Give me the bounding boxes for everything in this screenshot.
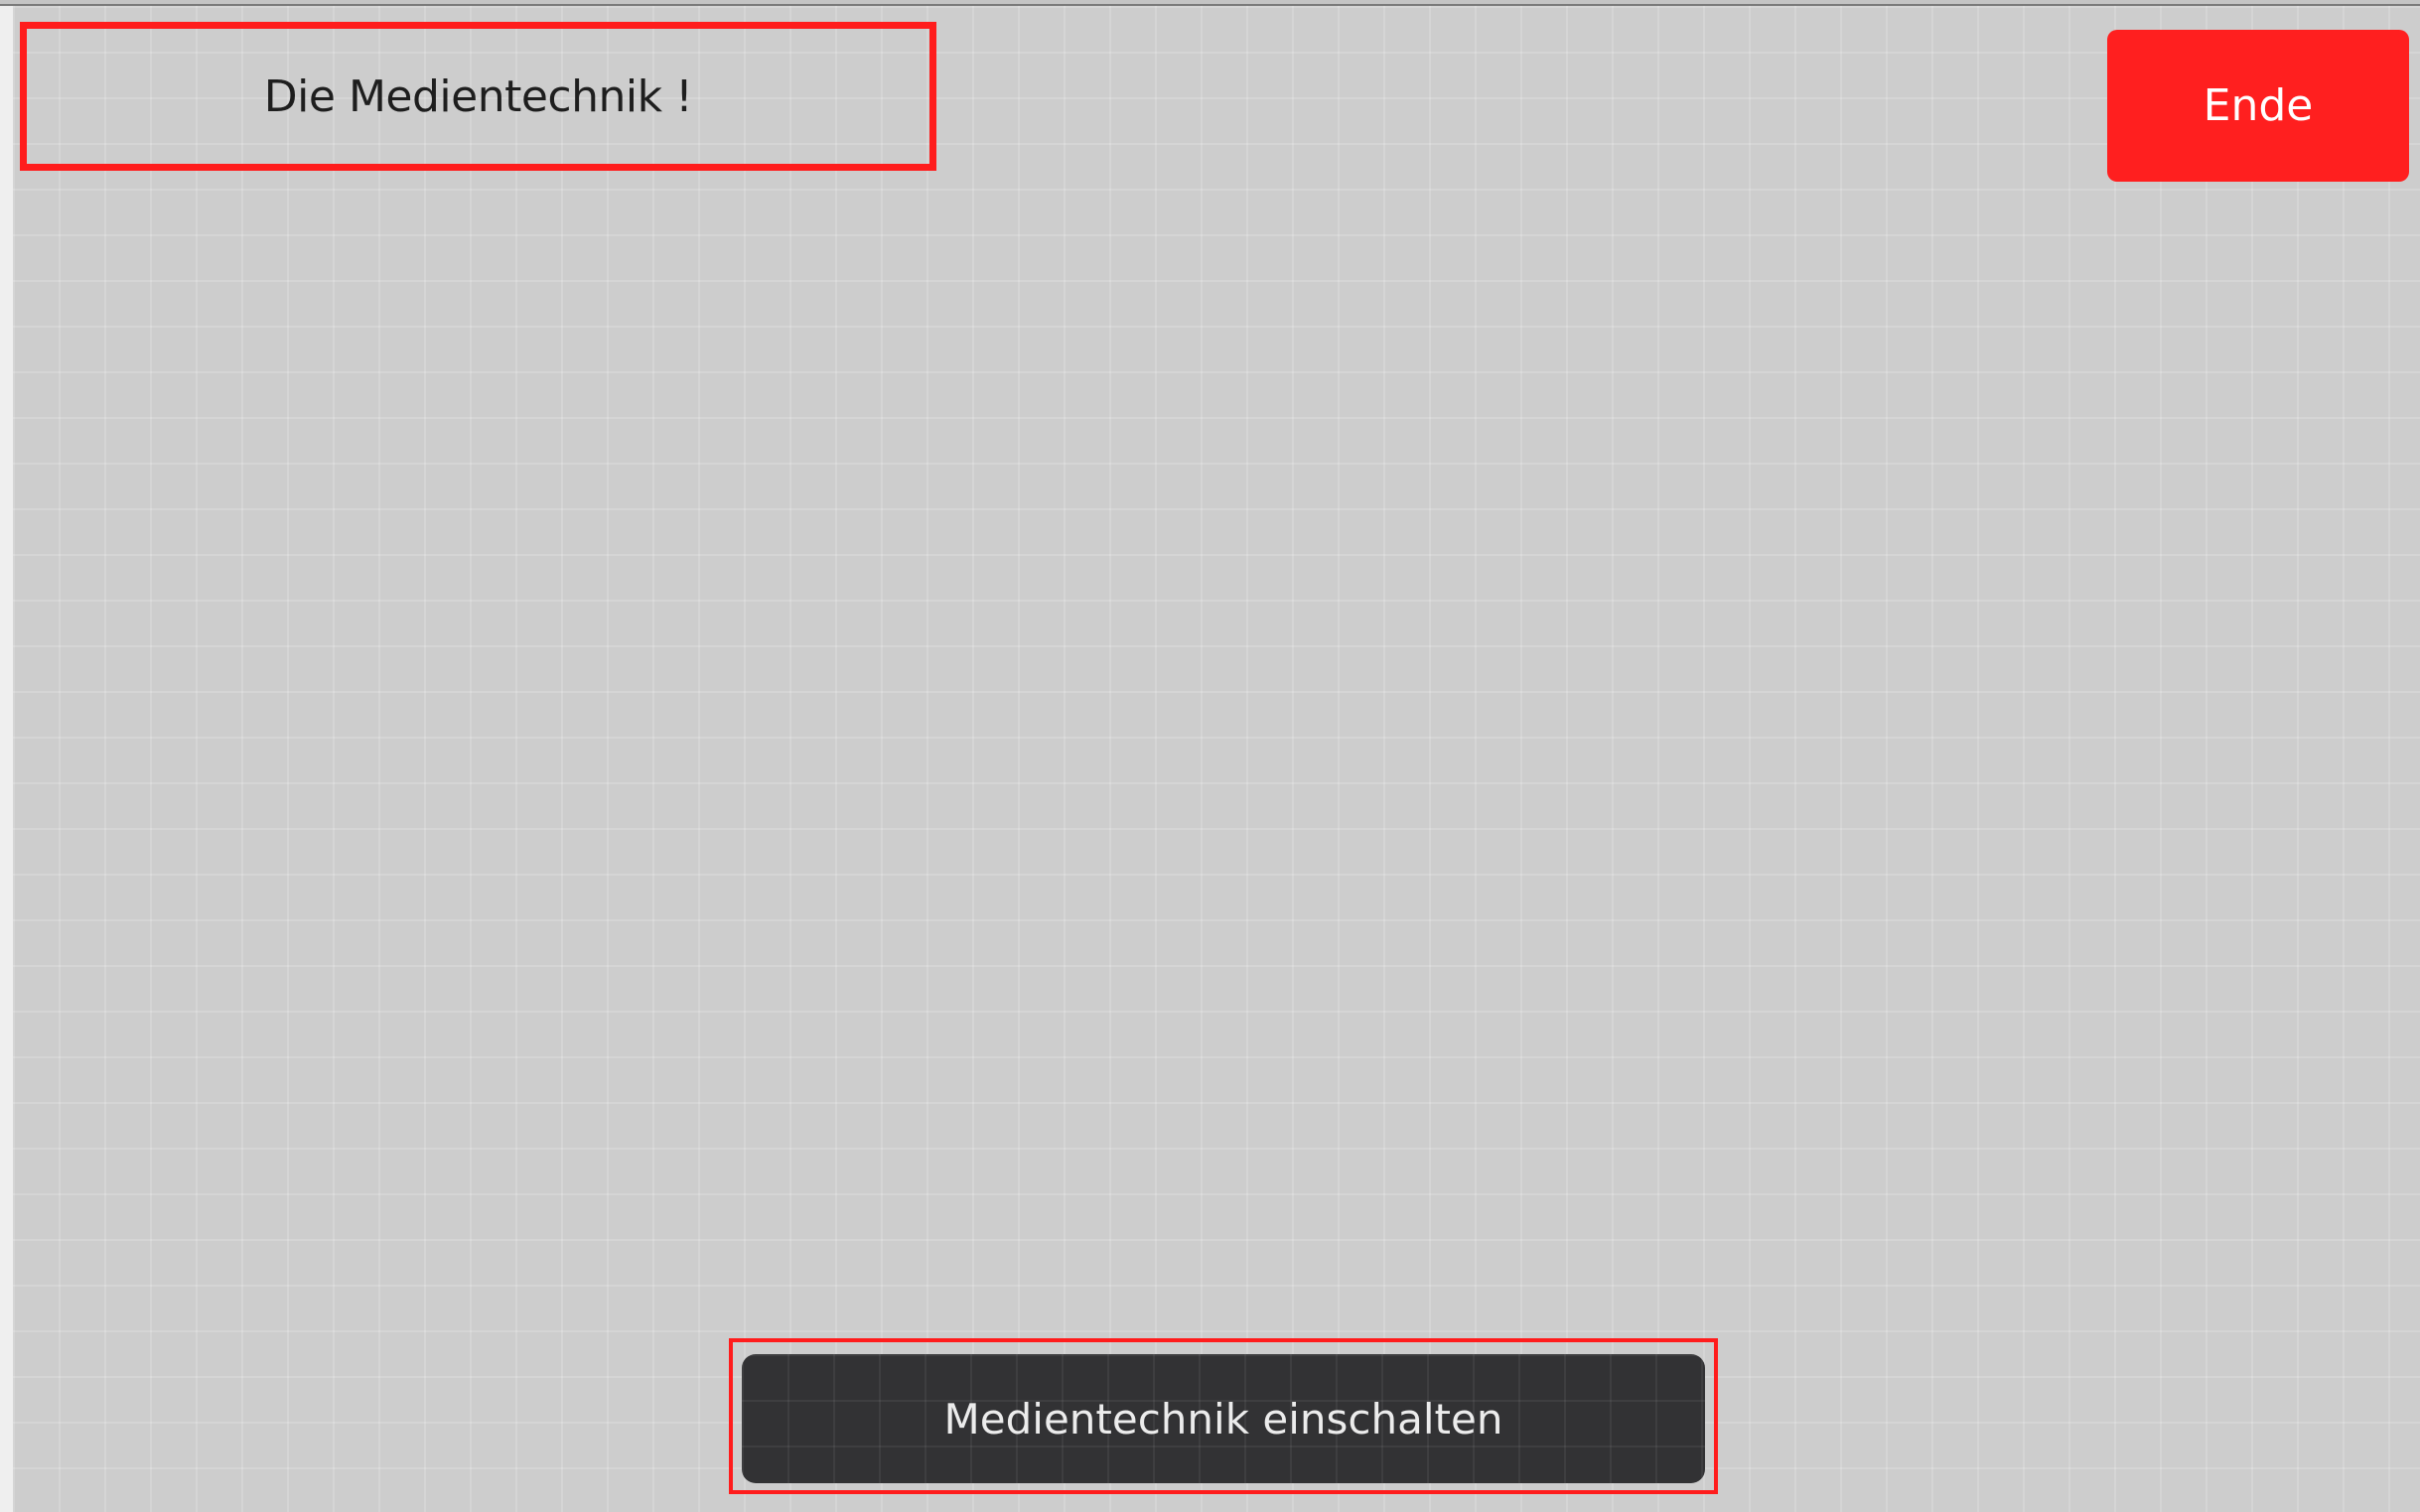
control-panel-background — [13, 6, 2420, 1512]
power-on-button[interactable]: Medientechnik einschalten — [742, 1354, 1705, 1483]
end-button-label: Ende — [2203, 80, 2314, 131]
page-title: Die Medientechnik ! — [263, 70, 693, 122]
power-on-button-label: Medientechnik einschalten — [943, 1394, 1503, 1443]
page-title-box: Die Medientechnik ! — [20, 22, 936, 171]
end-button[interactable]: Ende — [2107, 30, 2409, 182]
left-edge-strip — [0, 6, 13, 1512]
